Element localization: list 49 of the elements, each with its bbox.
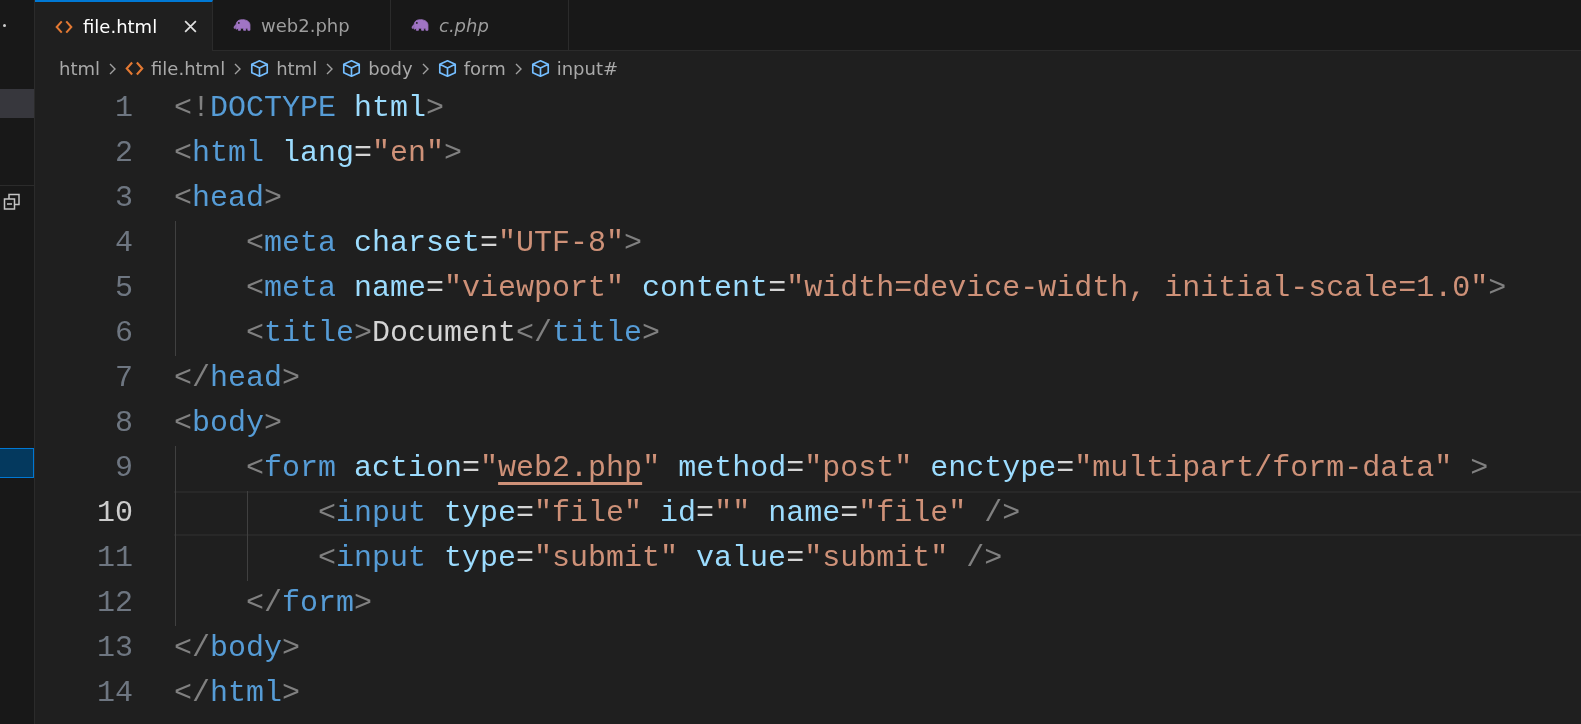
cube-icon	[530, 59, 550, 78]
breadcrumb-item[interactable]: html	[276, 58, 318, 79]
breadcrumb-item[interactable]: input#	[556, 58, 619, 79]
code-line: <title>Document</title>	[246, 315, 661, 352]
line-number: 12	[96, 585, 133, 622]
line-number: 2	[114, 135, 133, 172]
elephant-icon	[233, 16, 251, 34]
code-line: <input type="file" id="" name="file" />	[318, 495, 1021, 532]
code-line: <form action="web2.php" method="post" enctype="multipart/form-data" >	[246, 450, 1489, 487]
cube-icon	[342, 59, 362, 78]
cube-icon	[437, 59, 457, 78]
code-brackets-icon	[125, 59, 144, 78]
code-line: </html>	[174, 675, 301, 712]
line-number: 6	[114, 315, 133, 352]
line-number: 5	[114, 270, 133, 307]
selected-list-row[interactable]	[0, 448, 34, 478]
line-number: 9	[114, 450, 133, 487]
breadcrumb-item[interactable]: html	[59, 58, 100, 79]
close-icon[interactable]	[183, 19, 198, 34]
line-number: 8	[114, 405, 133, 442]
chevron-right-icon	[107, 61, 118, 76]
code-line: <meta name="viewport" content="width=device-width, initial-scale=1.0">	[246, 270, 1507, 307]
dot-icon	[3, 24, 6, 27]
cube-icon	[250, 59, 270, 78]
line-number: 7	[114, 360, 133, 397]
breadcrumb-item[interactable]: form	[463, 58, 506, 79]
code-line: <head>	[174, 180, 283, 217]
code-line: <!DOCTYPE html>	[174, 90, 445, 127]
line-number: 13	[96, 630, 133, 667]
editor-tab[interactable]: file.html	[35, 0, 213, 51]
breadcrumb-item[interactable]: body	[368, 58, 413, 79]
code-line: <html lang="en">	[174, 135, 463, 172]
editor-tab[interactable]: c.php	[391, 0, 569, 51]
collapse-icon[interactable]	[3, 193, 21, 211]
editor-tab[interactable]: web2.php	[213, 0, 391, 51]
elephant-icon	[411, 16, 429, 34]
line-number: 11	[96, 540, 133, 577]
line-number: 3	[114, 180, 133, 217]
code-line: </body>	[174, 630, 301, 667]
line-number: 4	[114, 225, 133, 262]
code-line: <meta charset="UTF-8">	[246, 225, 643, 262]
code-line: </form>	[246, 585, 373, 622]
breadcrumb-item[interactable]: file.html	[151, 58, 226, 79]
code-line: </head>	[174, 360, 301, 397]
code-line: <input type="submit" value="submit" />	[318, 540, 1003, 577]
line-number: 1	[114, 90, 133, 127]
line-number: 14	[96, 675, 133, 712]
line-number: 10	[96, 495, 133, 532]
code-line: <body>	[174, 405, 283, 442]
